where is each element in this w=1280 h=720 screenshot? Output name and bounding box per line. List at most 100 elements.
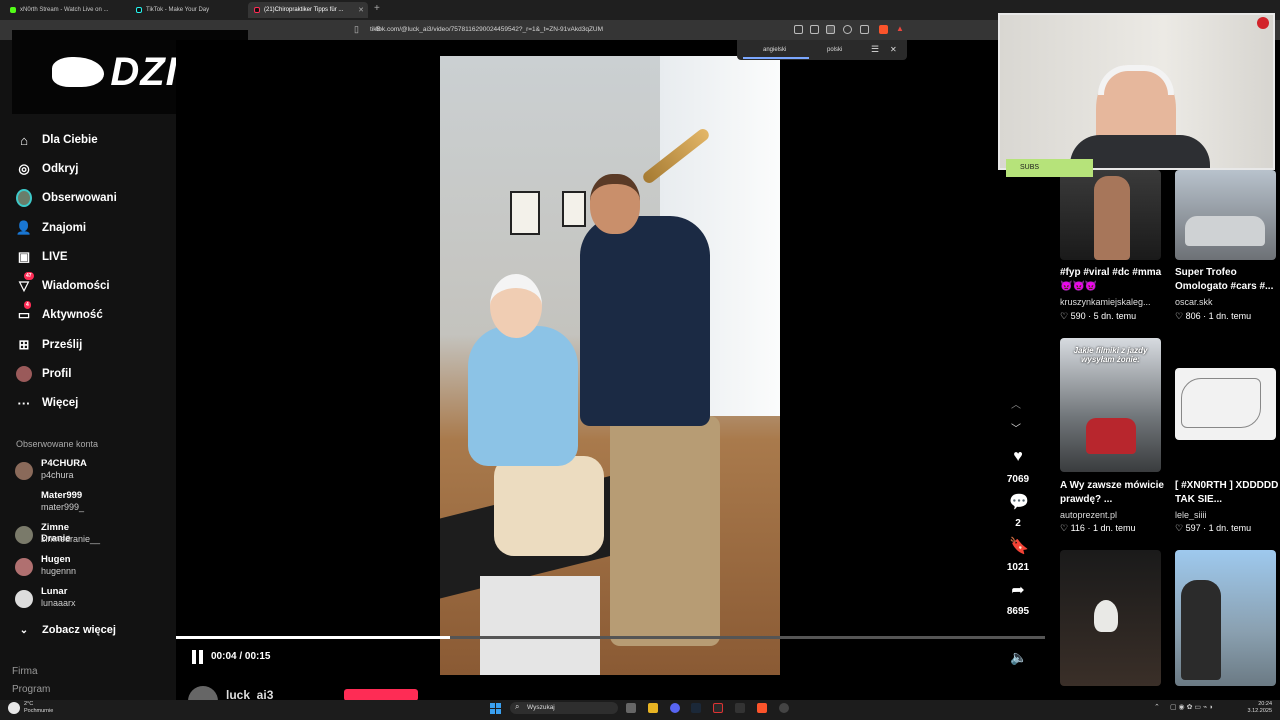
tab-active-video[interactable]: (21)Chiropraktiker Tipps für ... ✕	[248, 2, 368, 18]
windows-taskbar	[0, 700, 1280, 720]
steam-icon[interactable]	[691, 703, 701, 713]
weather-icon	[8, 702, 20, 714]
sidebar-item-upload[interactable]: ⊞ Prześlij	[16, 335, 83, 355]
chevron-down-icon[interactable]: ﹀	[1011, 420, 1021, 435]
friends-icon: 👤	[15, 220, 33, 235]
sidebar-item-live[interactable]: ▣ LIVE	[16, 247, 68, 267]
windows-start-icon[interactable]	[490, 703, 501, 714]
brave-rewards-icon[interactable]: ▲	[896, 24, 904, 33]
footer-link-company[interactable]: Firma	[12, 666, 38, 677]
compass-icon: ◎	[18, 161, 30, 176]
separator: ·	[1200, 311, 1209, 321]
recommendation-user[interactable]: autoprezent.pl	[1060, 510, 1164, 520]
new-tab-button[interactable]: +	[374, 3, 380, 14]
following-accounts-title: Obserwowane konta	[16, 439, 99, 449]
translate-source-tab[interactable]: angielski	[763, 47, 786, 53]
zoom-icon[interactable]	[843, 25, 852, 34]
recommendation-title[interactable]: [ #XN0RTH ] XDDDDD TAK SIE...	[1175, 479, 1279, 507]
share-icon[interactable]: ➦	[1009, 580, 1027, 600]
translate-target-tab[interactable]: polski	[827, 47, 842, 53]
volume-icon[interactable]: 🔈	[1010, 649, 1027, 666]
close-tab-icon[interactable]: ✕	[358, 6, 364, 14]
recommendation-meta: ♡ 597 · 1 dn. temu	[1175, 523, 1251, 534]
recommendation-age: 1 dn. temu	[1208, 523, 1252, 533]
chevron-up-icon[interactable]: ︿	[1011, 396, 1021, 411]
share-count: 8695	[1006, 606, 1030, 617]
kick-icon	[10, 7, 16, 13]
clock-date: 3.12.2025	[1247, 708, 1272, 714]
tray-chevron-icon[interactable]: ⌃	[1154, 703, 1160, 711]
see-more-button[interactable]: ⌄ Zobacz więcej	[16, 620, 116, 640]
sidebar-item-messages[interactable]: ▽ 47 Wiadomości	[16, 272, 110, 296]
xbox-icon[interactable]	[735, 703, 745, 713]
footer-link-program[interactable]: Program	[12, 684, 50, 695]
woman-figure	[494, 456, 604, 556]
translate-icon[interactable]	[826, 25, 835, 34]
brave-shield-icon[interactable]	[879, 25, 888, 34]
account-handle: mater999_	[41, 502, 85, 512]
file-explorer-icon[interactable]	[648, 703, 658, 713]
see-more-label: Zobacz więcej	[42, 624, 116, 636]
recommendation-thumbnail[interactable]	[1175, 368, 1276, 440]
settings-icon[interactable]	[779, 703, 789, 713]
sidebar-item-explore[interactable]: ◎ Odkryj	[16, 159, 78, 179]
recommendation-thumbnail[interactable]	[1060, 550, 1161, 686]
heart-icon[interactable]: ♥	[1009, 448, 1027, 466]
cast-icon[interactable]	[810, 25, 819, 34]
sidebar-item-friends[interactable]: 👤 Znajomi	[16, 218, 86, 238]
sidebar-item-label: Wiadomości	[42, 280, 110, 292]
brave-icon[interactable]	[757, 703, 767, 713]
sidebar-item-label: Więcej	[42, 397, 79, 409]
task-view-icon[interactable]	[626, 703, 636, 713]
recommendation-meta: ♡ 116 · 1 dn. temu	[1060, 523, 1135, 534]
taskbar-search[interactable]: Wyszukaj	[510, 702, 618, 714]
recommendation-title[interactable]: #fyp #viral #dc #mma 👿👿👿	[1060, 266, 1164, 294]
subs-label: SUBS	[1006, 159, 1093, 177]
tab-xn0rth-stream[interactable]: xN0rth Stream - Watch Live on ...	[4, 2, 116, 18]
sidebar-item-label: Profil	[42, 368, 72, 380]
sidebar-item-more[interactable]: ··· Więcej	[16, 393, 79, 413]
pause-icon[interactable]	[192, 650, 204, 664]
activity-icon: ▭ 4	[17, 301, 31, 322]
bookmark-icon[interactable]: ▯	[354, 24, 359, 35]
sidebar-item-label: Odkryj	[42, 163, 79, 175]
menu-icon[interactable]: ☰	[871, 44, 879, 55]
recommendation-thumbnail[interactable]	[1175, 170, 1276, 260]
recommendation-thumbnail[interactable]: Jakie filmiki z jazdy wysyłam żonie:	[1060, 338, 1161, 472]
comment-icon[interactable]: 💬	[1009, 492, 1029, 512]
recommendation-thumbnail[interactable]	[1175, 550, 1276, 686]
avatar	[15, 558, 33, 576]
more-icon: ···	[17, 395, 31, 411]
video-player[interactable]	[440, 56, 780, 675]
tab-label: xN0rth Stream - Watch Live on ...	[20, 7, 109, 13]
recommendation-user[interactable]: lele_siiii	[1175, 510, 1279, 520]
close-icon[interactable]: ✕	[890, 45, 897, 54]
recommendation-user[interactable]: oscar.skk	[1175, 297, 1279, 307]
recommendation-user[interactable]: kruszynkamiejskaleg...	[1060, 297, 1164, 307]
progress-fill	[176, 636, 450, 639]
discord-icon[interactable]	[670, 703, 680, 713]
weather-widget[interactable]: 2°C Pochmurnie	[24, 701, 53, 715]
account-name: Hugen	[41, 554, 71, 565]
separator: ·	[1084, 523, 1093, 533]
sidebar-item-activity[interactable]: ▭ 4 Aktywność	[16, 301, 103, 325]
tiktok-icon	[254, 7, 260, 13]
bookmark-icon[interactable]: 🔖	[1009, 536, 1029, 556]
active-tab-indicator	[743, 57, 809, 59]
sidebar-item-label: Obserwowani	[42, 192, 117, 204]
sidebar-item-following[interactable]: Obserwowani	[16, 188, 117, 208]
sidebar-item-for-you[interactable]: ⌂ Dla Ciebie	[16, 130, 98, 150]
avatar	[15, 590, 33, 608]
tab-tiktok[interactable]: TikTok - Make Your Day	[130, 2, 242, 18]
share-icon[interactable]	[860, 25, 869, 34]
tray-icons[interactable]: ▢ ◉ ✿ ▭ ⌁ ◗	[1170, 703, 1213, 711]
extension-icon[interactable]	[794, 25, 803, 34]
app-icon[interactable]	[713, 703, 723, 713]
account-handle: hugennn	[41, 566, 77, 576]
upload-icon: ⊞	[18, 337, 30, 352]
recommendation-title[interactable]: A Wy zawsze mówicie prawdę? ...	[1060, 479, 1164, 507]
sidebar-item-profile[interactable]: Profil	[16, 364, 71, 384]
recommendation-title[interactable]: Super Trofeo Omologato #cars #...	[1175, 266, 1279, 294]
taskbar-clock[interactable]: 20:24 3.12.2025	[1244, 701, 1272, 715]
recommendation-thumbnail[interactable]	[1060, 170, 1161, 260]
